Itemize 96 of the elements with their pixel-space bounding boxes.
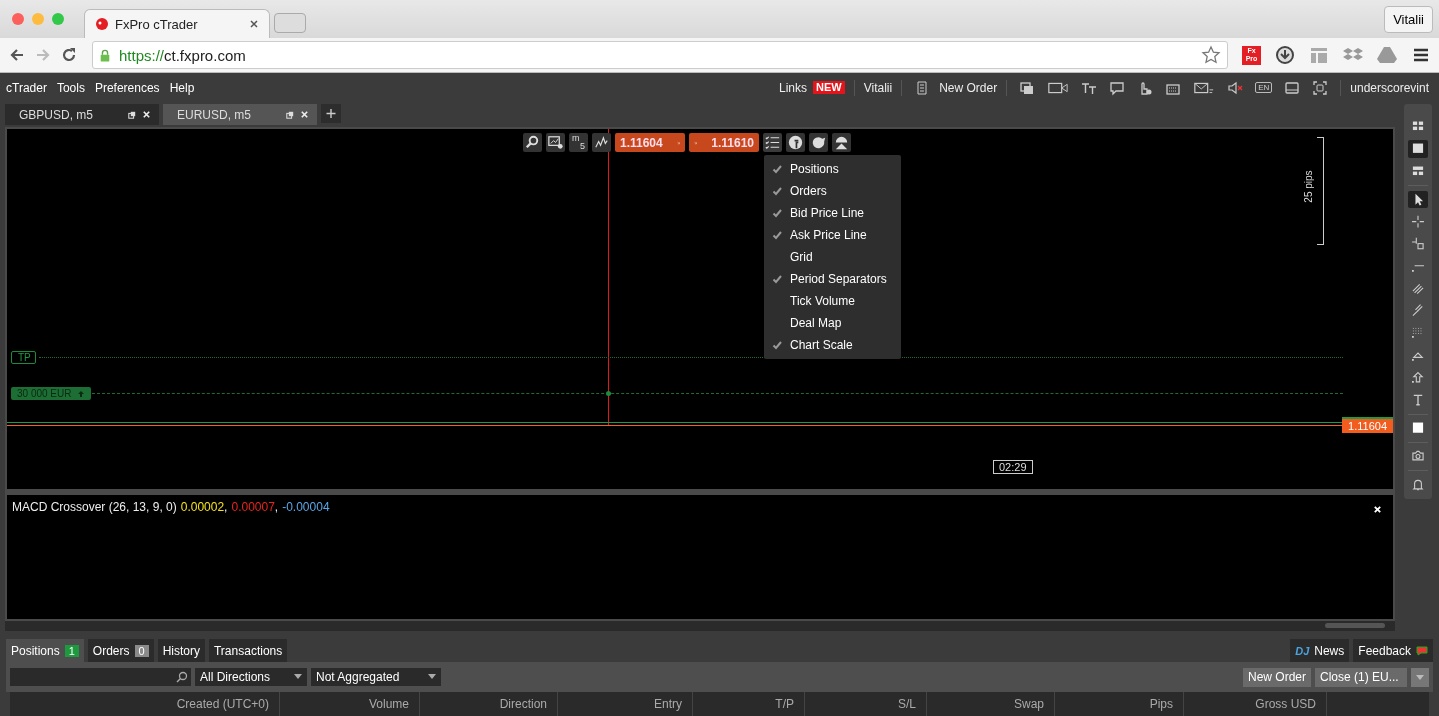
take-profit-label[interactable]: TP (11, 351, 36, 364)
separator: , (224, 499, 228, 514)
search-field[interactable] (10, 668, 191, 686)
column-header[interactable]: Entry (558, 692, 693, 716)
column-header[interactable]: Gross USD (1184, 692, 1327, 716)
menu-option[interactable]: Chart Scale (764, 334, 901, 356)
column-header[interactable]: Created (UTC+0) (10, 692, 280, 716)
panel-tab[interactable]: History (157, 639, 205, 662)
line-chart-icon[interactable] (592, 133, 611, 152)
new-badge: NEW (813, 81, 845, 94)
links-link[interactable]: Links (779, 80, 807, 95)
indicator-name: MACD Crossover (26, 13, 9, 0) (12, 499, 177, 514)
profile-button[interactable]: Vitalii (1384, 5, 1433, 33)
chart-area[interactable]: TP 30 000 EUR 1.11604 02:29 25 pips m 5 1.11604 1.11610 Positions Orders Bid Price Line Ask Price Line Grid Period Separators Tick Volume Deal Map Chart Scale (5, 127, 1395, 491)
column-header[interactable]: Direction (420, 692, 558, 716)
crosshair-dot (606, 391, 611, 396)
timeframe-button[interactable]: m 5 (569, 133, 588, 152)
check-icon (772, 164, 782, 174)
caret-icon (428, 674, 436, 680)
filter-dropdown[interactable]: All Directions (195, 668, 307, 686)
caret-icon (294, 674, 302, 680)
menu-option[interactable]: Ask Price Line (764, 224, 901, 246)
address-field[interactable]: https://ct.fxpro.com (92, 41, 1228, 69)
search-icon (176, 671, 188, 683)
column-header[interactable]: S/L (805, 692, 927, 716)
user-name[interactable]: Vitalii (863, 80, 893, 95)
column-header[interactable]: Volume (280, 692, 420, 716)
buy-price-button[interactable]: 1.11610 (689, 133, 759, 152)
check-icon (772, 274, 782, 284)
check-icon (772, 208, 782, 218)
pointer-icon[interactable] (1408, 190, 1428, 208)
menu-option[interactable]: Tick Volume (764, 290, 901, 312)
filter-dropdown[interactable]: Not Aggregated (311, 668, 441, 686)
square-icon[interactable] (1408, 140, 1428, 158)
pips-label: 25 pips (1302, 170, 1314, 203)
browser-tab[interactable]: FxPro cTrader (84, 9, 270, 38)
feedback-tab[interactable]: Feedback (1353, 639, 1433, 662)
check-icon (772, 186, 782, 196)
helmet-icon[interactable] (832, 133, 851, 152)
indicator-value: 0.00007 (231, 499, 275, 514)
new-order-button[interactable]: New Order (1243, 667, 1311, 687)
caret-button[interactable] (1411, 667, 1429, 687)
circle-icon[interactable] (786, 133, 805, 152)
speech-bubble-icon (1416, 645, 1428, 656)
menu-option[interactable]: Period Separators (764, 268, 901, 290)
zoom-icon[interactable] (523, 133, 542, 152)
count-badge: 1 (64, 644, 79, 657)
detach-icon[interactable] (128, 110, 136, 119)
menu-item[interactable]: Preferences (94, 80, 160, 95)
chat-icon[interactable] (1109, 79, 1126, 96)
chart-tab[interactable]: GBPUSD, m5 (5, 104, 159, 125)
menu-option[interactable]: Deal Map (764, 312, 901, 334)
fullscreen-icon[interactable] (1312, 79, 1329, 96)
caret-icon (1416, 675, 1424, 681)
menu-option[interactable]: Positions (764, 158, 901, 180)
menu-item[interactable]: cTrader (6, 80, 47, 95)
download-icon[interactable] (1275, 45, 1295, 65)
language-button[interactable]: EN (1255, 82, 1273, 93)
checklist-icon[interactable] (763, 133, 782, 152)
windows-icon[interactable] (1019, 79, 1036, 96)
count-badge: 0 (134, 644, 149, 657)
detach-icon[interactable] (286, 110, 294, 119)
arrow-up-icon (77, 389, 86, 398)
star-icon[interactable] (1201, 45, 1221, 65)
sell-price-button[interactable]: 1.11604 (615, 133, 685, 152)
menu-item[interactable]: Tools (56, 80, 85, 95)
column-header[interactable]: Swap (927, 692, 1055, 716)
menu-option[interactable]: Grid (764, 246, 901, 268)
menu-option[interactable]: Orders (764, 180, 901, 202)
add-tab-button[interactable] (321, 104, 341, 123)
price-label: 1.11604 (1342, 417, 1393, 433)
news-tab[interactable]: DJ News (1290, 639, 1350, 662)
scrollbar[interactable] (5, 621, 1395, 631)
check-icon (772, 340, 782, 350)
mute-icon[interactable] (1227, 79, 1244, 96)
new-order-link[interactable]: New Order (939, 80, 998, 95)
chart-tab[interactable]: EURUSD, m5 (163, 104, 317, 125)
chart-settings-icon[interactable] (546, 133, 565, 152)
close-positions-button[interactable]: Close (1) EU... (1315, 667, 1407, 687)
panel-tab[interactable]: Transactions (209, 639, 288, 662)
check-icon (772, 230, 782, 240)
reload-icon[interactable] (60, 46, 78, 64)
time-label: 02:29 (993, 460, 1033, 474)
close-icon[interactable] (249, 19, 259, 29)
bull-logo-icon (95, 17, 109, 31)
indicator-value: -0.00004 (282, 499, 330, 514)
lock-icon (99, 47, 111, 63)
panel-icon[interactable] (1284, 79, 1301, 96)
column-header[interactable]: T/P (693, 692, 805, 716)
column-header[interactable]: Pips (1055, 692, 1184, 716)
panel-tab[interactable]: Orders 0 (87, 639, 154, 662)
account-name[interactable]: underscorevint (1350, 80, 1429, 95)
separator: , (274, 499, 279, 514)
panel-tab[interactable]: Positions 1 (6, 639, 84, 662)
menu-item[interactable]: Help (169, 80, 195, 95)
menu-option[interactable]: Bid Price Line (764, 202, 901, 224)
